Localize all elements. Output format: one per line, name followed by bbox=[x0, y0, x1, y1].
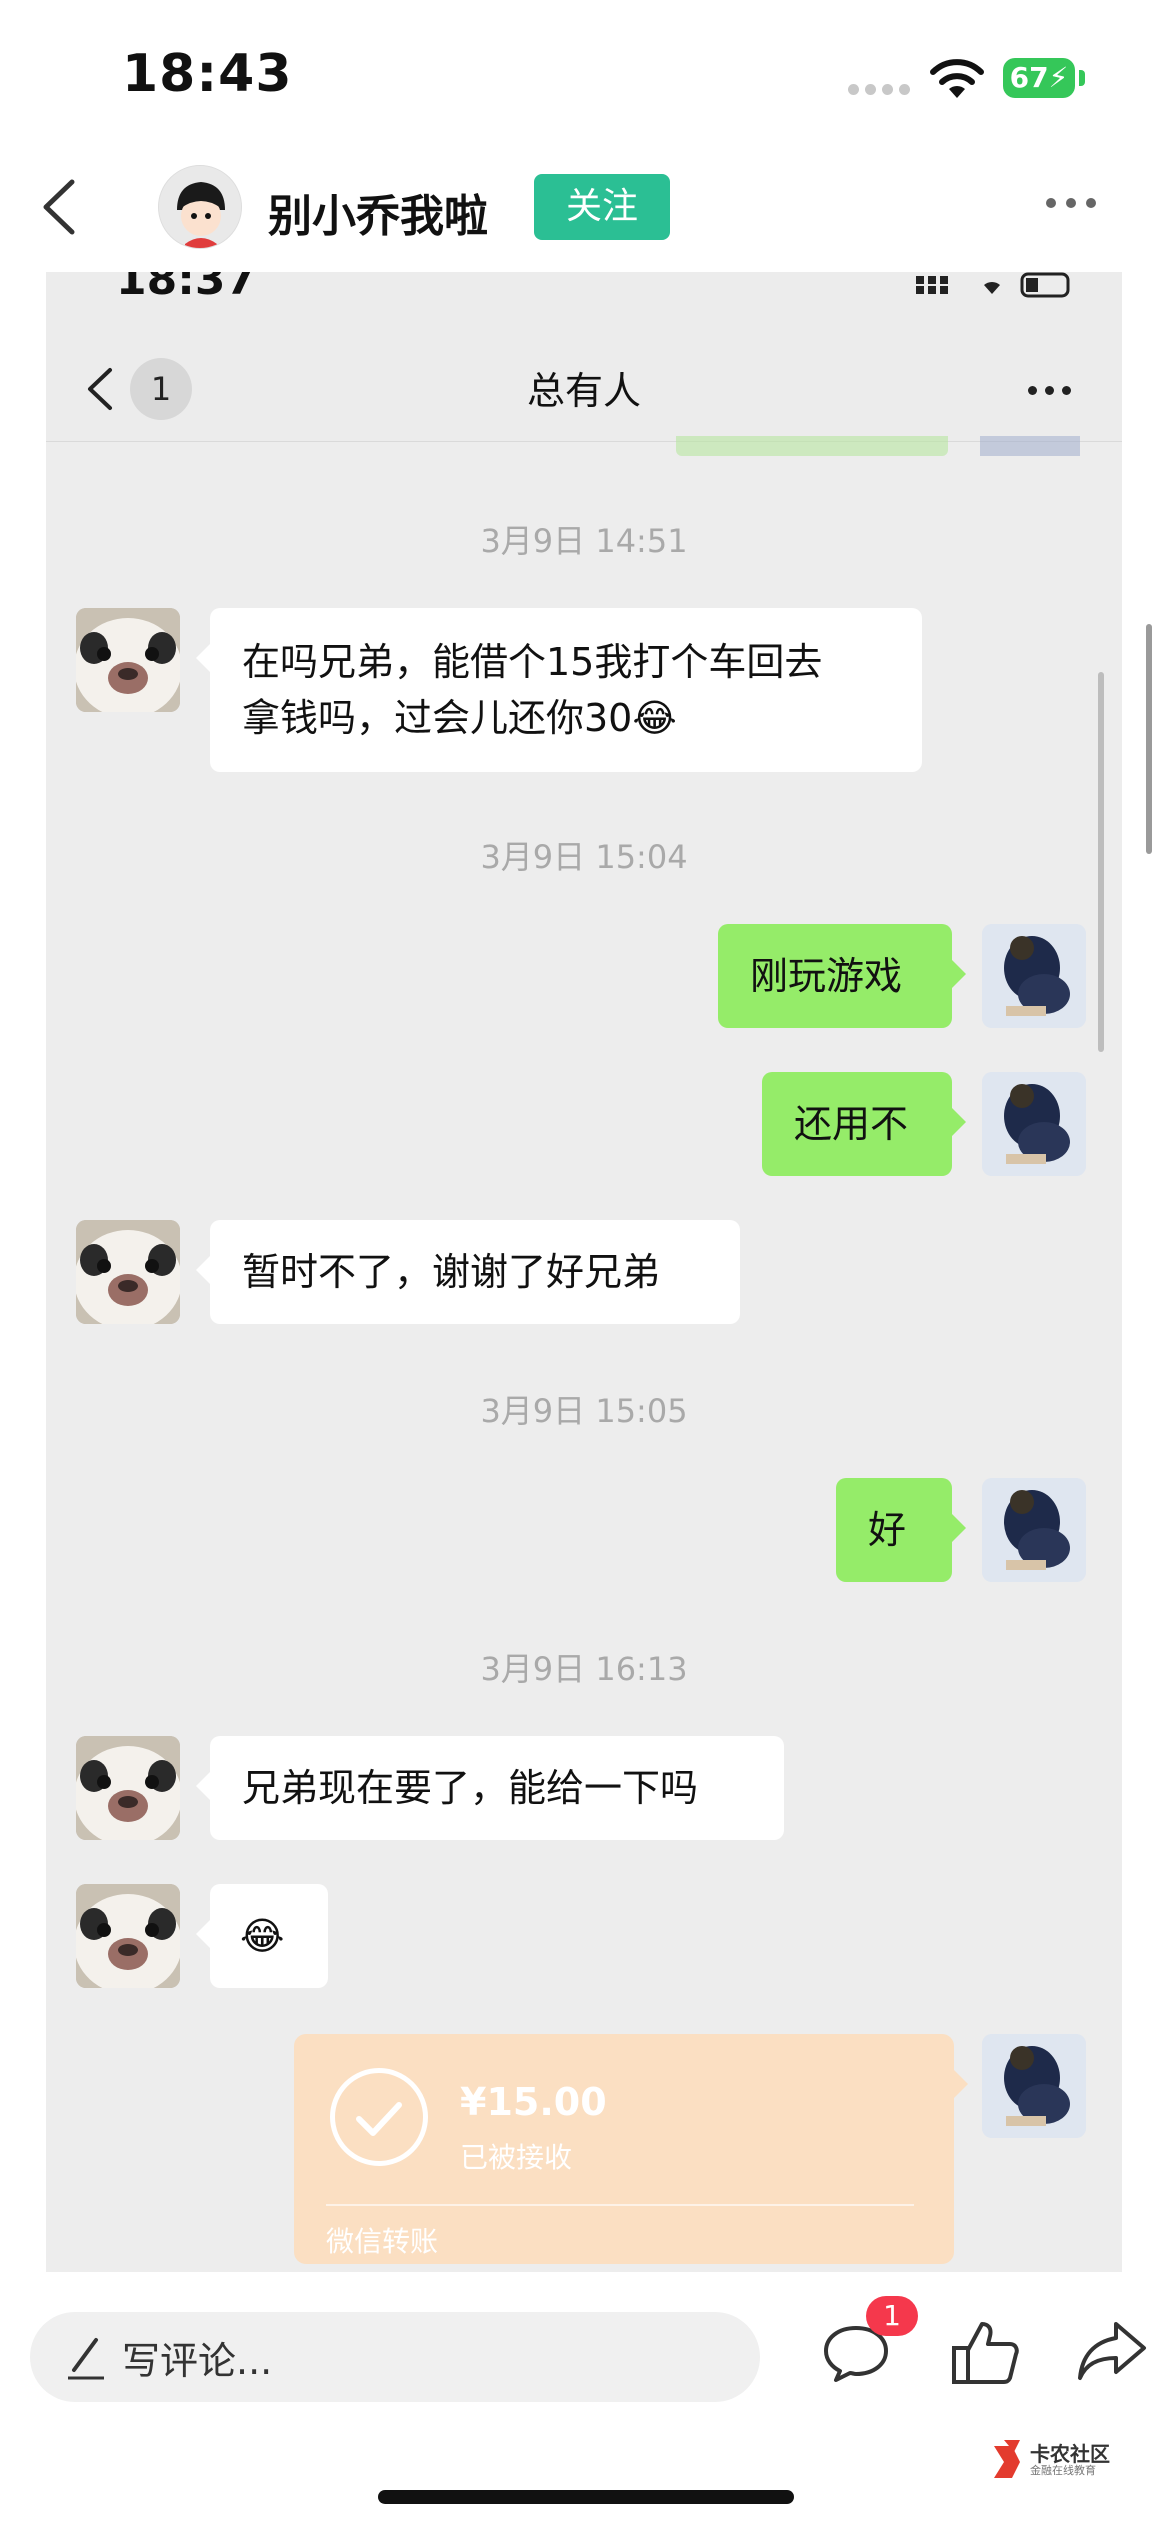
laugh-cry-emoji-icon: 😂 bbox=[632, 696, 677, 740]
comment-count-badge: 1 bbox=[866, 2296, 918, 2336]
timestamp: 3月9日 14:51 bbox=[480, 522, 688, 560]
previous-avatar-fragment bbox=[980, 436, 1080, 456]
chat-screenshot: 18:37 1 总有人 3月9日 14:51 在吗兄弟，能借个15我打个车回去 … bbox=[46, 272, 1122, 2272]
incoming-message: 在吗兄弟，能借个15我打个车回去 拿钱吗，过会儿还你30😂 bbox=[196, 608, 922, 772]
thumbs-up-icon[interactable] bbox=[950, 2318, 1020, 2386]
status-time: 18:43 bbox=[122, 44, 293, 104]
status-bar: 18:43 67⚡ bbox=[0, 0, 1170, 150]
timestamp: 3月9日 15:05 bbox=[480, 1392, 688, 1430]
friend-avatar bbox=[76, 608, 180, 712]
my-avatar bbox=[982, 2034, 1086, 2138]
transfer-amount: ¥15.00 bbox=[460, 2080, 607, 2124]
author-name[interactable]: 别小乔我啦 bbox=[268, 180, 488, 244]
message-line-with-emoji: 拿钱吗，过会儿还你30😂 bbox=[242, 696, 677, 740]
wechat-transfer-card: ¥15.00 已被接收 微信转账 bbox=[294, 2034, 968, 2264]
friend-avatar bbox=[76, 1220, 180, 1324]
incoming-message: 暂时不了，谢谢了好兄弟 bbox=[196, 1220, 740, 1324]
outgoing-message: 还用不 bbox=[762, 1072, 966, 1176]
transfer-label: 微信转账 bbox=[326, 2225, 439, 2258]
timestamp: 3月9日 15:04 bbox=[480, 838, 688, 876]
friend-avatar bbox=[76, 1884, 180, 1988]
transfer-status: 已被接收 bbox=[460, 2141, 573, 2174]
screenshot-scrollbar bbox=[1098, 672, 1104, 1052]
screenshot-more-icon bbox=[1028, 386, 1071, 395]
incoming-emoji-message: 😂 bbox=[196, 1884, 328, 1988]
screenshot-status-icons bbox=[916, 272, 1070, 298]
watermark-subtitle: 金融在线教育 bbox=[1030, 2464, 1096, 2477]
battery-tip bbox=[1079, 70, 1085, 86]
screenshot-status-bar: 18:37 bbox=[46, 272, 1122, 332]
previous-bubble-fragment bbox=[676, 436, 948, 456]
pen-icon bbox=[68, 2338, 104, 2380]
battery-indicator: 67⚡ bbox=[1003, 58, 1075, 98]
back-arrow-icon[interactable] bbox=[38, 178, 78, 236]
screenshot-time: 18:37 bbox=[116, 272, 257, 305]
share-icon[interactable] bbox=[1076, 2320, 1148, 2382]
laugh-cry-emoji-icon: 😂 bbox=[240, 1914, 285, 1958]
author-avatar[interactable] bbox=[158, 165, 242, 249]
wifi-icon bbox=[930, 59, 984, 98]
my-avatar bbox=[982, 924, 1086, 1028]
page-scrollbar[interactable] bbox=[1146, 624, 1152, 854]
my-avatar bbox=[982, 1478, 1086, 1582]
transfer-divider bbox=[326, 2204, 914, 2206]
outgoing-message: 好 bbox=[836, 1478, 966, 1582]
more-options-icon[interactable] bbox=[1046, 198, 1096, 208]
comment-placeholder[interactable]: 写评论... bbox=[122, 2330, 272, 2385]
check-circle-icon bbox=[330, 2068, 428, 2166]
cellular-signal-icon bbox=[848, 84, 910, 96]
outgoing-message: 刚玩游戏 bbox=[718, 924, 966, 1028]
incoming-message: 兄弟现在要了，能给一下吗 bbox=[196, 1736, 784, 1840]
home-indicator[interactable] bbox=[378, 2490, 794, 2504]
follow-button[interactable]: 关注 bbox=[534, 174, 670, 240]
my-avatar bbox=[982, 1072, 1086, 1176]
friend-avatar bbox=[76, 1736, 180, 1840]
screenshot-chat-title: 总有人 bbox=[526, 369, 641, 413]
message-line: 在吗兄弟，能借个15我打个车回去 bbox=[242, 640, 823, 684]
timestamp: 3月9日 16:13 bbox=[480, 1650, 688, 1688]
